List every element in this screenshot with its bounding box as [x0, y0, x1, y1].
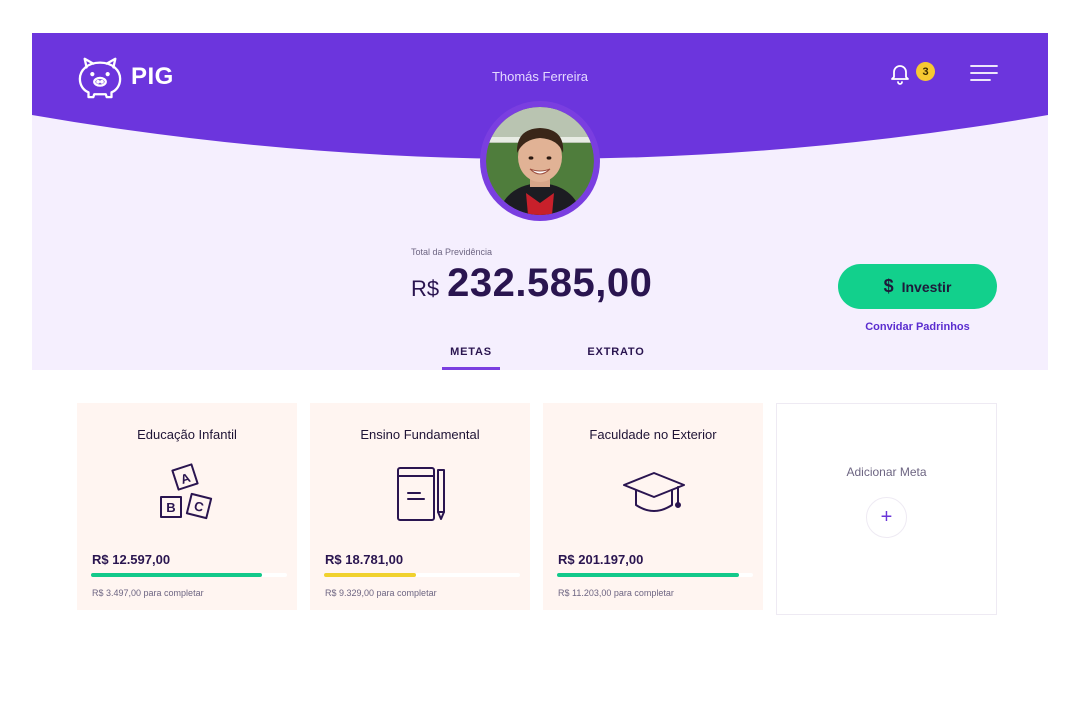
dollar-sign-icon: $: [883, 276, 894, 296]
goal-progress-fill: [557, 573, 740, 577]
invest-label: Investir: [901, 278, 952, 295]
invite-godparents-link[interactable]: Convidar Padrinhos: [838, 321, 997, 333]
goal-progress-bar: [91, 573, 287, 577]
goal-progress-bar: [557, 573, 753, 577]
goal-amount: R$ 12.597,00: [92, 552, 171, 567]
bell-icon[interactable]: [888, 61, 912, 85]
notification-badge: 3: [916, 62, 935, 81]
goal-progress-fill: [91, 573, 262, 577]
goal-remaining: R$ 3.497,00 para completar: [92, 588, 204, 598]
goal-remaining: R$ 11.203,00 para completar: [558, 588, 674, 598]
svg-text:A: A: [179, 470, 193, 487]
abc-blocks-icon: A B C: [160, 463, 213, 520]
notebook-pencil-icon: [397, 467, 445, 521]
hamburger-menu-icon[interactable]: [970, 64, 998, 82]
goal-card-educacao-infantil[interactable]: Educação Infantil A B C R$ 12.597,00 R$ …: [77, 403, 297, 610]
goal-card-ensino-fundamental[interactable]: Ensino Fundamental R$ 18.781,00 R$ 9.329…: [310, 403, 530, 610]
add-goal-card[interactable]: Adicionar Meta +: [776, 403, 997, 615]
goal-amount: R$ 201.197,00: [558, 552, 644, 567]
goal-title: Educação Infantil: [137, 427, 237, 442]
add-goal-button[interactable]: +: [866, 497, 907, 538]
goal-card-faculdade-exterior[interactable]: Faculdade no Exterior R$ 201.197,00 R$ 1…: [543, 403, 763, 610]
currency-symbol: R$: [411, 276, 440, 301]
goals-list: Educação Infantil A B C R$ 12.597,00 R$ …: [77, 403, 997, 615]
goal-title: Ensino Fundamental: [360, 427, 480, 442]
tab-metas[interactable]: METAS: [442, 346, 500, 370]
avatar[interactable]: [480, 101, 600, 221]
total-balance: R$ 232.585,00: [411, 261, 652, 306]
invest-button[interactable]: $ Investir: [838, 264, 997, 309]
add-goal-label: Adicionar Meta: [846, 465, 927, 479]
graduation-cap-icon: [623, 472, 685, 512]
tab-bar: METAS EXTRATO: [442, 346, 645, 370]
goal-title: Faculdade no Exterior: [589, 427, 717, 442]
goal-progress-fill: [324, 573, 417, 577]
goal-remaining: R$ 9.329,00 para completar: [325, 588, 437, 598]
dashboard-panel: PIG Thomás Ferreira 3 Total da Previdênc…: [32, 33, 1048, 370]
total-label: Total da Previdência: [411, 247, 493, 257]
goal-progress-bar: [324, 573, 520, 577]
goal-amount: R$ 18.781,00: [325, 552, 404, 567]
svg-text:B: B: [166, 500, 175, 515]
tab-extrato[interactable]: EXTRATO: [587, 346, 645, 370]
svg-text:C: C: [193, 498, 206, 515]
profile-photo: [486, 107, 594, 215]
total-amount: 232.585,00: [447, 261, 653, 305]
